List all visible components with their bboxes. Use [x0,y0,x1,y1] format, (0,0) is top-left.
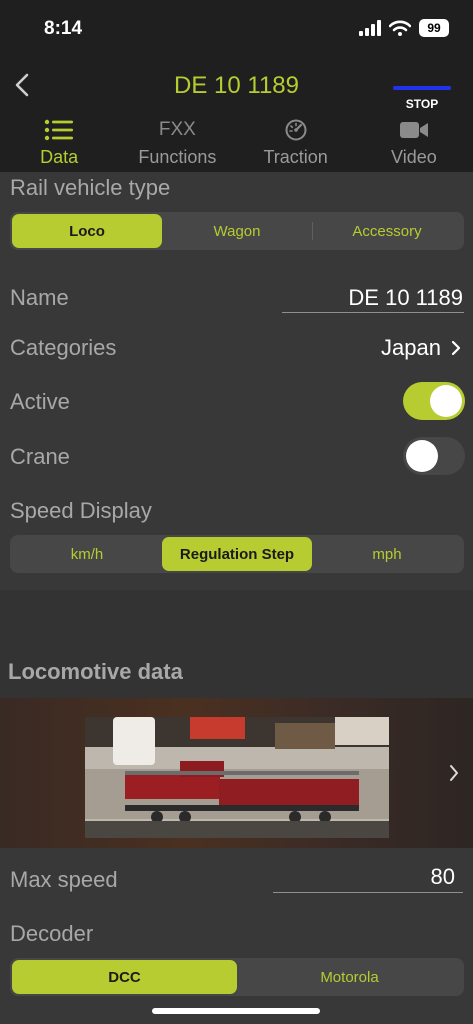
active-toggle[interactable] [403,382,465,420]
rail-vehicle-type-label: Rail vehicle type [10,175,171,200]
locomotive-photo [85,717,389,838]
tab-traction[interactable]: Traction [237,110,355,172]
status-bar: 8:14 99 [0,0,473,60]
toggle-knob [406,440,438,472]
segment-mph[interactable]: mph [312,537,462,571]
categories-label: Categories [10,335,117,360]
tab-label: Functions [138,147,217,167]
video-camera-icon [399,116,429,144]
fxx-icon: FXX [158,119,196,140]
segment-wagon[interactable]: Wagon [162,214,312,248]
crane-label: Crane [10,444,70,469]
stop-indicator-bar [393,86,451,90]
stop-label: STOP [405,97,439,111]
tab-functions[interactable]: FXX Functions [118,110,236,172]
status-icons: 99 [359,19,449,37]
tab-video[interactable]: Video [355,110,473,172]
segment-dcc[interactable]: DCC [12,960,237,994]
battery-level: 99 [427,21,441,35]
crane-toggle[interactable] [403,437,465,475]
segment-regulation-step[interactable]: Regulation Step [162,537,312,571]
segment-accessory[interactable]: Accessory [312,214,462,248]
cellular-signal-icon [359,20,381,36]
segment-kmh[interactable]: km/h [12,537,162,571]
stop-button[interactable]: STOP [389,80,455,111]
segment-motorola[interactable]: Motorola [237,960,462,994]
tab-data[interactable]: Data [0,110,118,172]
nav-bar: DE 10 1189 STOP [0,60,473,111]
max-speed-label: Max speed [10,867,118,892]
segment-loco[interactable]: Loco [12,214,162,248]
active-label: Active [10,389,70,414]
speed-display-label: Speed Display [10,498,152,523]
list-icon [44,116,74,144]
max-speed-field[interactable]: 80 [431,864,455,890]
name-field-underline [282,312,464,313]
chevron-right-icon[interactable] [451,340,461,356]
decoder-segmented-control: DCC Motorola [10,958,464,996]
vehicle-type-segmented-control: Loco Wagon Accessory [10,212,464,250]
chevron-right-icon[interactable] [449,764,459,782]
tab-label: Data [40,147,79,167]
name-label: Name [10,285,69,310]
tab-label: Video [391,147,437,167]
locomotive-photo-strip[interactable] [0,698,473,848]
wifi-icon [389,20,411,36]
locomotive-data-heading: Locomotive data [8,659,183,684]
name-field[interactable]: DE 10 1189 [348,285,463,311]
decoder-label: Decoder [10,921,94,946]
categories-value[interactable]: Japan [381,335,441,361]
gauge-icon [284,116,308,144]
max-speed-underline [273,892,463,893]
home-indicator[interactable] [152,1008,320,1014]
toggle-knob [430,385,462,417]
tab-label: Traction [263,147,328,167]
speed-display-segmented-control: km/h Regulation Step mph [10,535,464,573]
status-time: 8:14 [44,18,83,39]
battery-icon: 99 [419,19,449,37]
tab-bar: Data FXX Functions Traction Video [0,110,473,172]
